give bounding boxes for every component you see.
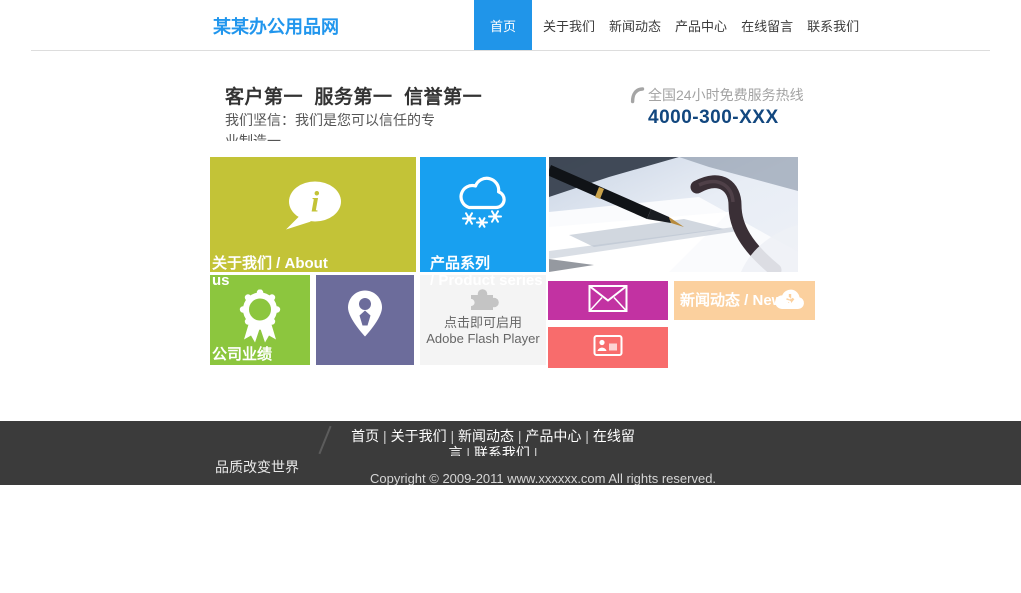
flash-text-line2: Adobe Flash Player <box>420 331 546 347</box>
footer: 品质改变世界 首页关于我们新闻动态产品中心在线留言联系我们 Copyright … <box>0 421 1021 485</box>
svg-text:i: i <box>311 185 320 218</box>
tile-gallery[interactable] <box>548 327 668 368</box>
flash-placeholder-text: 点击即可启用 Adobe Flash Player <box>420 315 546 347</box>
hotline-label: 全国24小时免费服务热线 <box>648 85 804 105</box>
footer-link-news[interactable]: 新闻动态 <box>458 428 525 444</box>
hotline-number: 4000-300-XXX <box>648 107 804 129</box>
tile-about-label-line2: us <box>212 272 328 289</box>
page: 某某办公用品网 首页 关于我们 新闻动态 产品中心 在线留言 联系我们 客户第一… <box>0 0 1021 593</box>
award-ribbon-icon <box>236 290 284 351</box>
phone-icon <box>630 87 645 110</box>
tile-pen-photo[interactable] <box>549 157 798 272</box>
id-card-icon <box>593 334 623 361</box>
snow-cloud-icon <box>455 177 511 234</box>
envelope-icon <box>588 284 628 317</box>
footer-link-products[interactable]: 产品中心 <box>525 428 592 444</box>
tile-products-label-line1: 产品系列 <box>430 255 543 272</box>
tile-products-label-line2: / Product series <box>430 272 543 289</box>
footer-copyright: Copyright © 2009-2011 www.xxxxxx.com All… <box>370 468 715 485</box>
nav-item-home[interactable]: 首页 <box>474 0 532 51</box>
nav-item-message[interactable]: 在线留言 <box>734 0 800 51</box>
nav-item-contact[interactable]: 联系我们 <box>800 0 866 51</box>
nav-item-products[interactable]: 产品中心 <box>668 0 734 51</box>
map-pin-person-icon <box>347 290 383 343</box>
tile-message[interactable] <box>548 281 668 320</box>
info-speech-bubble-icon: i <box>282 179 344 238</box>
footer-links: 首页关于我们新闻动态产品中心在线留言联系我们 <box>347 428 639 456</box>
footer-slogan: 品质改变世界 <box>215 457 299 477</box>
footer-link-contact[interactable]: 联系我们 <box>474 445 538 456</box>
tile-location[interactable] <box>316 275 414 365</box>
tile-about-label: 关于我们 / About us <box>212 255 328 289</box>
site-logo[interactable]: 某某办公用品网 <box>213 13 339 39</box>
tile-news-label: 新闻动态 / News <box>680 292 792 309</box>
tile-achievements-label: 公司业绩 <box>212 346 272 363</box>
hotline: 全国24小时免费服务热线 4000-300-XXX <box>630 85 804 129</box>
tile-about[interactable]: i 关于我们 / About us <box>210 157 416 272</box>
hero-title: 客户第一 服务第一 信誉第一 <box>225 82 482 109</box>
pen-photo-image <box>549 157 798 272</box>
nav-item-news[interactable]: 新闻动态 <box>602 0 668 51</box>
header: 某某办公用品网 首页 关于我们 新闻动态 产品中心 在线留言 联系我们 <box>0 0 1021 51</box>
tile-products-label: 产品系列 / Product series <box>430 255 543 289</box>
footer-slash-decoration <box>318 426 331 455</box>
hero-subtitle: 我们坚信：我们是您可以信任的专业制造一 <box>225 110 447 141</box>
tile-news[interactable]: 新闻动态 / News <box>674 281 815 320</box>
footer-link-home[interactable]: 首页 <box>351 428 390 444</box>
tile-products[interactable]: 产品系列 / Product series <box>420 157 546 272</box>
footer-link-about[interactable]: 关于我们 <box>391 428 458 444</box>
nav-item-about[interactable]: 关于我们 <box>536 0 602 51</box>
main-nav: 首页 关于我们 新闻动态 产品中心 在线留言 联系我们 <box>474 0 866 51</box>
tile-about-label-line1: 关于我们 / About <box>212 255 328 272</box>
header-divider <box>31 50 990 51</box>
